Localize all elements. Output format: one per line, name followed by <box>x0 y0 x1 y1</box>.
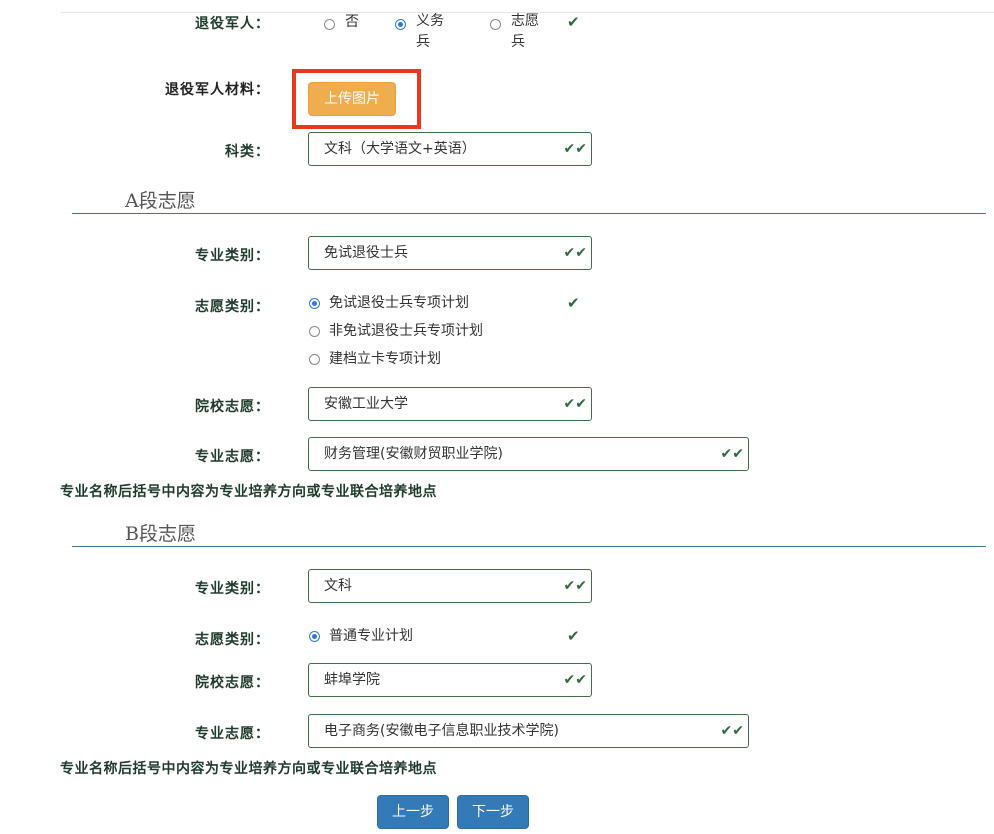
double-check-icon: ✔✔ <box>563 578 587 594</box>
double-check-icon: ✔✔ <box>720 446 744 462</box>
b-major-value: 电子商务(安徽电子信息职业技术学院) <box>324 723 559 739</box>
a-major-select[interactable]: 财务管理(安徽财贸职业学院) ✔✔ <box>308 437 749 471</box>
check-icon: ✔ <box>567 627 580 645</box>
a-plan-type-label: 志愿类别： <box>195 299 270 315</box>
a-major-label: 专业志愿： <box>195 449 270 465</box>
check-icon: ✔ <box>567 294 580 312</box>
veteran-radio-volunteer[interactable] <box>490 19 501 30</box>
veteran-radio-conscript[interactable] <box>395 19 406 30</box>
subject-select[interactable]: 文科（大学语文+英语） ✔✔ <box>308 132 592 166</box>
section-b-title: B段志愿 <box>125 523 196 545</box>
b-school-value: 蚌埠学院 <box>324 672 380 688</box>
b-plan-radio-1[interactable] <box>309 631 320 642</box>
subject-label: 科类： <box>225 144 270 160</box>
a-plan-option-2: 非免试退役士兵专项计划 <box>329 323 483 339</box>
a-plan-option-3: 建档立卡专项计划 <box>329 351 441 367</box>
a-major-note: 专业名称后括号中内容为专业培养方向或专业联合培养地点 <box>60 484 437 500</box>
b-major-category-select[interactable]: 文科 ✔✔ <box>308 569 592 603</box>
veteran-radio-no[interactable] <box>324 19 335 30</box>
a-plan-radio-3[interactable] <box>309 354 320 365</box>
a-school-value: 安徽工业大学 <box>324 396 408 412</box>
double-check-icon: ✔✔ <box>563 396 587 412</box>
b-plan-option-1: 普通专业计划 <box>329 628 413 644</box>
a-major-category-label: 专业类别： <box>195 248 270 264</box>
double-check-icon: ✔✔ <box>563 141 587 157</box>
veteran-option-conscript: 义务兵 <box>416 13 444 50</box>
double-check-icon: ✔✔ <box>563 672 587 688</box>
a-school-label: 院校志愿： <box>195 399 270 415</box>
section-b-divider <box>72 546 986 547</box>
b-major-note: 专业名称后括号中内容为专业培养方向或专业联合培养地点 <box>60 761 437 777</box>
b-plan-type-label: 志愿类别： <box>195 632 270 648</box>
b-major-category-label: 专业类别： <box>195 581 270 597</box>
b-major-select[interactable]: 电子商务(安徽电子信息职业技术学院) ✔✔ <box>308 714 749 748</box>
a-plan-radio-1[interactable] <box>309 298 320 309</box>
a-major-category-select[interactable]: 免试退役士兵 ✔✔ <box>308 236 592 270</box>
subject-value: 文科（大学语文+英语） <box>324 141 476 157</box>
section-a-title: A段志愿 <box>125 190 196 212</box>
upload-image-button[interactable]: 上传图片 <box>308 82 396 116</box>
a-major-category-value: 免试退役士兵 <box>324 245 408 261</box>
veteran-option-volunteer: 志愿兵 <box>511 13 539 50</box>
veteran-label: 退役军人： <box>195 16 270 32</box>
veteran-materials-label: 退役军人材料： <box>165 82 270 98</box>
prev-step-button[interactable]: 上一步 <box>377 795 449 829</box>
double-check-icon: ✔✔ <box>563 245 587 261</box>
b-school-label: 院校志愿： <box>195 675 270 691</box>
a-plan-radio-2[interactable] <box>309 326 320 337</box>
next-step-button[interactable]: 下一步 <box>457 795 529 829</box>
b-major-category-value: 文科 <box>324 578 352 594</box>
section-a-divider <box>72 213 986 214</box>
double-check-icon: ✔✔ <box>720 723 744 739</box>
b-major-label: 专业志愿： <box>195 726 270 742</box>
a-plan-option-1: 免试退役士兵专项计划 <box>329 295 469 311</box>
b-school-select[interactable]: 蚌埠学院 ✔✔ <box>308 663 592 697</box>
check-icon: ✔ <box>567 13 580 31</box>
veteran-option-no: 否 <box>345 14 359 30</box>
a-major-value: 财务管理(安徽财贸职业学院) <box>324 446 503 462</box>
a-school-select[interactable]: 安徽工业大学 ✔✔ <box>308 387 592 421</box>
